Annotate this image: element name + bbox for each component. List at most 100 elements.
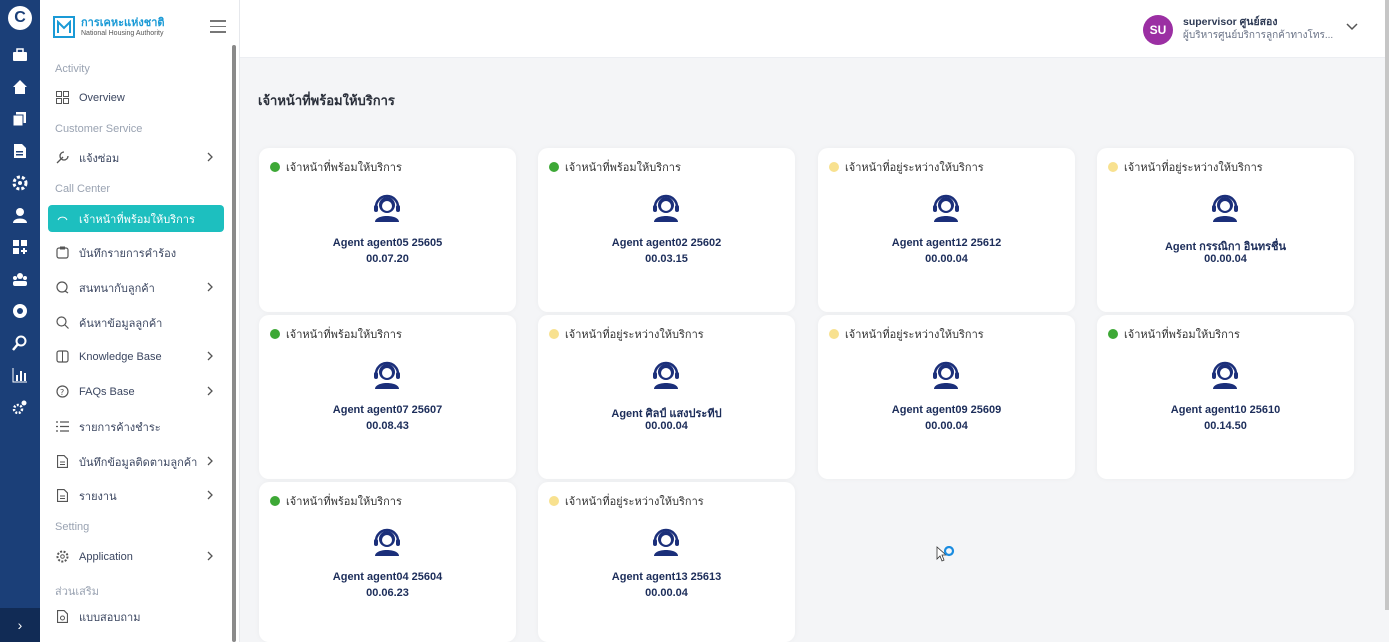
settings-icon[interactable]: [12, 303, 28, 319]
chevron-down-icon[interactable]: [1345, 20, 1359, 34]
status-dot: [1108, 329, 1118, 339]
apps-icon[interactable]: [12, 239, 28, 255]
section-extra: ส่วนเสริม: [55, 586, 100, 598]
sidebar-scrollbar[interactable]: [232, 45, 236, 642]
agent-status: เจ้าหน้าที่พร้อมให้บริการ: [565, 162, 681, 174]
status-dot: [549, 496, 559, 506]
agent-timer: 00.08.43: [366, 420, 409, 432]
sidebar-item-label: Overview: [79, 91, 125, 104]
status-dot: [270, 496, 280, 506]
document-icon: [55, 455, 69, 469]
avatar[interactable]: SU: [1143, 15, 1173, 45]
agent-status: เจ้าหน้าที่พร้อมให้บริการ: [286, 162, 402, 174]
sidebar-item-repair[interactable]: แจ้งซ่อม: [48, 144, 224, 171]
headset-agent-icon: [653, 194, 679, 222]
section-call-center: Call Center: [55, 183, 111, 195]
section-activity: Activity: [55, 63, 90, 75]
sidebar-item-label: FAQs Base: [79, 385, 135, 398]
logo-icon[interactable]: C: [8, 6, 32, 30]
agent-card[interactable]: เจ้าหน้าที่พร้อมให้บริการ Agent agent07 …: [259, 315, 516, 479]
chart-icon[interactable]: [12, 367, 28, 383]
sidebar-item-application[interactable]: Application: [48, 543, 224, 570]
sidebar-item-label: บันทึกรายการคำร้อง: [79, 247, 177, 260]
sidebar: การเคหะแห่งชาติ National Housing Authori…: [40, 0, 240, 642]
status-dot: [829, 162, 839, 172]
sidebar-item-request-log[interactable]: บันทึกรายการคำร้อง: [48, 239, 224, 266]
headset-agent-icon: [374, 194, 400, 222]
headset-agent-icon: [933, 361, 959, 389]
nha-logo-icon: [53, 16, 75, 38]
agent-card[interactable]: เจ้าหน้าที่พร้อมให้บริการ Agent agent02 …: [538, 148, 795, 312]
agent-status: เจ้าหน้าที่พร้อมให้บริการ: [286, 329, 402, 341]
sidebar-item-overview[interactable]: Overview: [48, 84, 224, 111]
svg-text:?: ?: [60, 388, 64, 397]
sidebar-item-label: เจ้าหน้าที่พร้อมให้บริการ: [79, 213, 195, 226]
agent-status: เจ้าหน้าที่อยู่ระหว่างให้บริการ: [565, 496, 704, 508]
sidebar-item-outstanding[interactable]: รายการค้างชำระ: [48, 413, 224, 440]
user-role: ผู้บริหารศูนย์บริการลูกค้าทางโทร...: [1183, 30, 1333, 41]
agent-card[interactable]: เจ้าหน้าที่อยู่ระหว่างให้บริการ Agent ศิ…: [538, 315, 795, 479]
agent-card[interactable]: เจ้าหน้าที่อยู่ระหว่างให้บริการ Agent กร…: [1097, 148, 1354, 312]
menu-toggle-icon[interactable]: [210, 20, 226, 33]
copy-icon[interactable]: [12, 111, 28, 127]
status-dot: [549, 162, 559, 172]
gear-icon[interactable]: [12, 175, 28, 191]
agent-status: เจ้าหน้าที่พร้อมให้บริการ: [1124, 329, 1240, 341]
page-scrollbar[interactable]: [1385, 0, 1389, 610]
sidebar-item-chat-customer[interactable]: สนทนากับลูกค้า: [48, 274, 224, 301]
document-icon[interactable]: [12, 143, 28, 159]
agent-timer: 00.06.23: [366, 587, 409, 599]
expand-rail-button[interactable]: ›: [0, 608, 40, 642]
status-dot: [1108, 162, 1118, 172]
section-setting: Setting: [55, 521, 90, 533]
agent-timer: 00.00.04: [1204, 253, 1247, 265]
chevron-right-icon: [207, 351, 213, 361]
group-icon[interactable]: [12, 271, 28, 287]
wrench-icon: [55, 151, 69, 165]
agent-card[interactable]: เจ้าหน้าที่พร้อมให้บริการ Agent agent10 …: [1097, 315, 1354, 479]
chevron-right-icon: [207, 456, 213, 466]
sidebar-item-label: Knowledge Base: [79, 350, 162, 363]
agent-name: Agent agent05 25605: [332, 237, 443, 249]
home-icon[interactable]: [12, 79, 28, 95]
agent-name: Agent agent13 25613: [611, 571, 722, 583]
grid-icon: [55, 91, 69, 105]
cogs-icon[interactable]: [12, 399, 28, 415]
agent-timer: 00.00.04: [645, 420, 688, 432]
survey-icon: [55, 610, 69, 624]
agent-card[interactable]: เจ้าหน้าที่พร้อมให้บริการ Agent agent04 …: [259, 482, 516, 642]
agent-status: เจ้าหน้าที่พร้อมให้บริการ: [286, 496, 402, 508]
brand-logo[interactable]: การเคหะแห่งชาติ National Housing Authori…: [53, 16, 165, 38]
sidebar-item-agents-available[interactable]: เจ้าหน้าที่พร้อมให้บริการ: [48, 205, 224, 232]
sidebar-item-label: รายงาน: [79, 490, 117, 503]
sidebar-item-faqs-base[interactable]: ? FAQs Base: [48, 378, 224, 405]
sidebar-item-label: สนทนากับลูกค้า: [79, 282, 155, 295]
headset-agent-icon: [933, 194, 959, 222]
gear-icon: [55, 550, 69, 564]
agent-card[interactable]: เจ้าหน้าที่อยู่ระหว่างให้บริการ Agent ag…: [818, 148, 1075, 312]
headset-agent-icon: [1212, 361, 1238, 389]
headset-agent-icon: [374, 528, 400, 556]
briefcase-icon[interactable]: [12, 47, 28, 63]
agent-card[interactable]: เจ้าหน้าที่พร้อมให้บริการ Agent agent05 …: [259, 148, 516, 312]
search-icon[interactable]: [12, 335, 28, 351]
sidebar-item-survey[interactable]: แบบสอบถาม: [48, 603, 224, 630]
chevron-right-icon: [207, 152, 213, 162]
sidebar-item-follow-up[interactable]: บันทึกข้อมูลติดตามลูกค้า: [48, 448, 224, 475]
sidebar-item-search-customer[interactable]: ค้นหาข้อมูลลูกค้า: [48, 309, 224, 336]
user-icon[interactable]: [12, 207, 28, 223]
chevron-right-icon: [207, 490, 213, 500]
question-icon: ?: [55, 385, 69, 399]
headset-agent-icon: [1212, 194, 1238, 222]
list-icon: [55, 420, 69, 434]
agent-name: Agent agent02 25602: [611, 237, 722, 249]
agent-card[interactable]: เจ้าหน้าที่อยู่ระหว่างให้บริการ Agent ag…: [538, 482, 795, 642]
agent-status: เจ้าหน้าที่อยู่ระหว่างให้บริการ: [565, 329, 704, 341]
sidebar-item-report[interactable]: รายงาน: [48, 482, 224, 509]
chevron-right-icon: [207, 551, 213, 561]
sidebar-item-knowledge-base[interactable]: Knowledge Base: [48, 343, 224, 370]
book-icon: [55, 350, 69, 364]
agent-card[interactable]: เจ้าหน้าที่อยู่ระหว่างให้บริการ Agent ag…: [818, 315, 1075, 479]
agent-name: Agent agent10 25610: [1170, 404, 1281, 416]
headset-agent-icon: [653, 528, 679, 556]
